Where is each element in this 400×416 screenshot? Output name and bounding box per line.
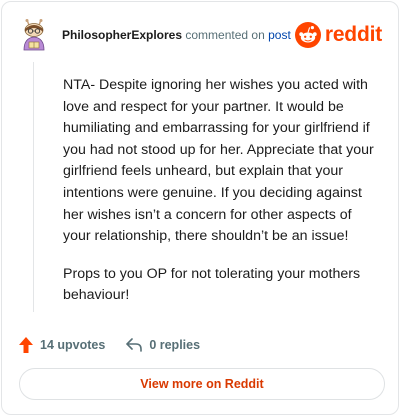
comment-header: PhilosopherExplores commented on post re… xyxy=(19,19,382,55)
comment-paragraph: NTA- Despite ignoring her wishes you act… xyxy=(63,77,374,245)
view-more-button[interactable]: View more on Reddit xyxy=(19,368,385,400)
upvote-arrow-icon xyxy=(19,337,33,353)
comment-embed-card: PhilosopherExplores commented on post re… xyxy=(1,1,399,415)
snoo-avatar-icon xyxy=(19,19,49,51)
reddit-brand[interactable]: reddit xyxy=(294,21,382,49)
author-name[interactable]: PhilosopherExplores xyxy=(62,28,182,42)
comment-meta: PhilosopherExplores commented on post xyxy=(62,28,291,42)
upvotes-stat[interactable]: 14 upvotes xyxy=(19,337,105,353)
reddit-wordmark: reddit xyxy=(324,23,382,46)
reddit-logo-icon xyxy=(294,22,321,48)
replies-label: 0 replies xyxy=(149,338,201,352)
comment-paragraph: Props to you OP for not tolerating your … xyxy=(63,265,361,304)
replies-stat[interactable]: 0 replies xyxy=(126,338,200,352)
comment-footer: 14 upvotes 0 replies xyxy=(19,336,200,354)
comment-body: NTA- Despite ignoring her wishes you act… xyxy=(63,75,381,307)
post-link[interactable]: post xyxy=(268,28,291,42)
avatar[interactable] xyxy=(19,19,49,51)
thread-line xyxy=(33,62,34,312)
upvotes-label: 14 upvotes xyxy=(40,338,106,352)
action-text: commented on xyxy=(185,28,265,42)
reply-arrow-icon xyxy=(126,338,143,352)
